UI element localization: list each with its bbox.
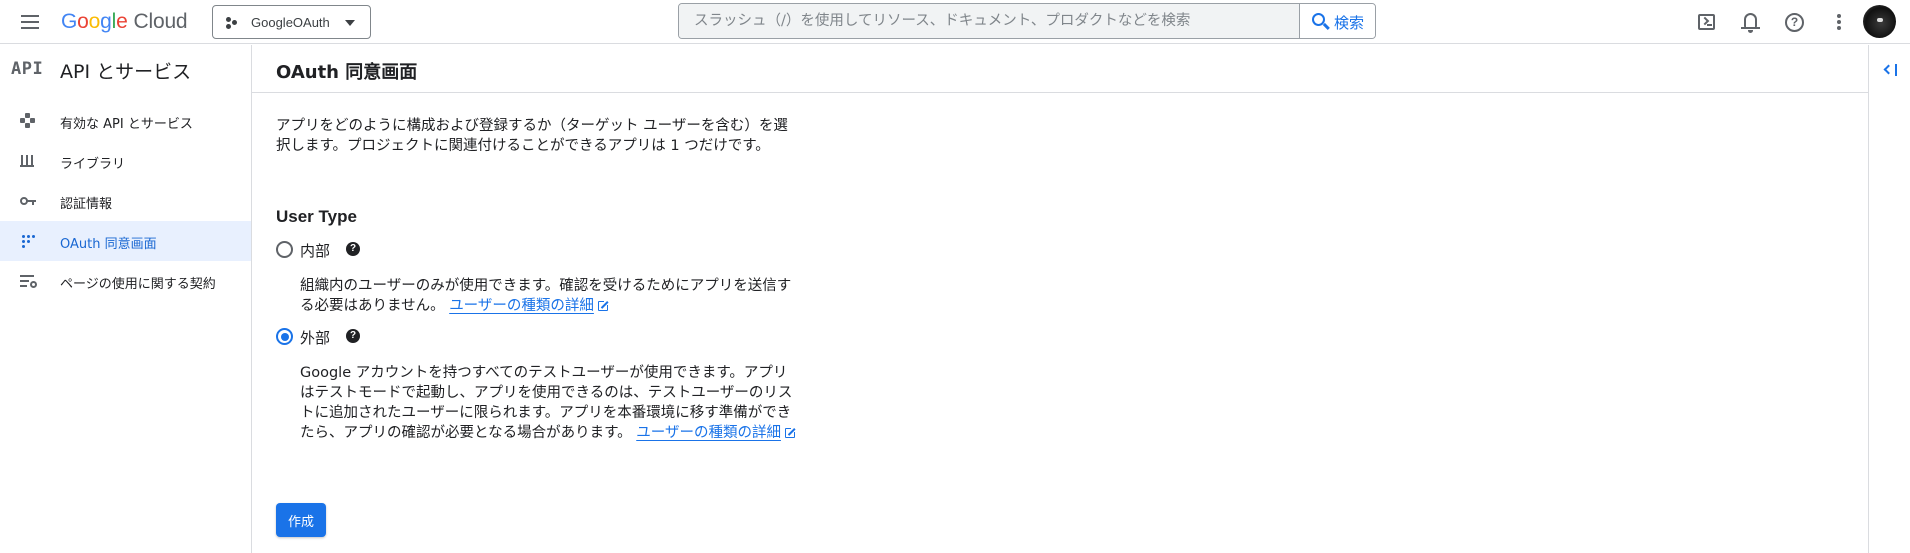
- sidebar: API API とサービス 有効な API とサービス ライブラリ 認証情報 O…: [0, 45, 252, 553]
- help-icon[interactable]: ?: [1779, 7, 1809, 37]
- logo-letter: e: [116, 10, 128, 33]
- sidebar-item-library[interactable]: ライブラリ: [0, 141, 251, 181]
- collapse-panel-icon[interactable]: [1883, 62, 1899, 78]
- user-type-details-link[interactable]: ユーザーの種類の詳細: [449, 298, 610, 314]
- page-title: OAuth 同意画面: [276, 62, 418, 83]
- sidebar-item-label: 有効な API とサービス: [60, 117, 193, 132]
- more-vert-icon[interactable]: [1823, 7, 1853, 37]
- search-icon: [1312, 13, 1325, 26]
- sidebar-item-oauth-consent[interactable]: OAuth 同意画面: [0, 221, 251, 261]
- api-logo-icon: API: [11, 59, 44, 79]
- search-button[interactable]: 検索: [1299, 4, 1375, 38]
- cloud-shell-terminal-icon[interactable]: [1691, 7, 1721, 37]
- sidebar-header: API API とサービス: [0, 45, 251, 90]
- radio-internal-label: 内部: [300, 242, 331, 260]
- help-icon[interactable]: ?: [346, 242, 360, 256]
- logo-letter: G: [61, 10, 78, 33]
- right-panel-rail: [1868, 45, 1910, 553]
- open-in-new-icon: [597, 299, 610, 311]
- project-picker[interactable]: GoogleOAuth: [212, 5, 371, 39]
- logo-letter: o: [88, 10, 101, 33]
- key-icon: [20, 193, 36, 209]
- page-description: アプリをどのように構成および登録するか（ターゲット ユーザーを含む）を選択します…: [276, 118, 788, 154]
- account-avatar[interactable]: [1863, 5, 1896, 38]
- sidebar-title: API とサービス: [60, 61, 192, 83]
- main-content: OAuth 同意画面 アプリをどのように構成および登録するか（ターゲット ユーザ…: [252, 45, 1868, 553]
- sidebar-item-enabled-apis[interactable]: 有効な API とサービス: [0, 101, 251, 141]
- notifications-bell-icon[interactable]: [1735, 7, 1765, 37]
- help-glyph: ?: [1785, 13, 1804, 32]
- create-button[interactable]: 作成: [276, 503, 326, 537]
- top-bar: GoogleCloud GoogleOAuth 検索 ?: [0, 0, 1910, 44]
- radio-internal-row[interactable]: 内部 ?: [276, 238, 376, 260]
- open-in-new-icon: [784, 426, 797, 438]
- search-button-label: 検索: [1334, 15, 1365, 32]
- logo-cloud-text: Cloud: [133, 10, 188, 33]
- sidebar-item-label: OAuth 同意画面: [60, 237, 157, 252]
- sidebar-item-credentials[interactable]: 認証情報: [0, 181, 251, 221]
- radio-internal[interactable]: [276, 241, 293, 258]
- link-text: ユーザーの種類の詳細: [449, 298, 594, 314]
- search-bar: 検索: [678, 3, 1376, 39]
- external-description: Google アカウントを持つすべてのテストユーザーが使用できます。アプリはテス…: [300, 363, 800, 443]
- user-type-details-link[interactable]: ユーザーの種類の詳細: [636, 425, 797, 441]
- search-input[interactable]: [679, 4, 1299, 38]
- sidebar-item-page-usage-agreements[interactable]: ページの使用に関する契約: [0, 261, 251, 301]
- consent-dots-icon: [20, 233, 36, 249]
- logo-letter: g: [100, 10, 112, 33]
- chevron-down-icon: [345, 20, 355, 26]
- project-name: GoogleOAuth: [251, 15, 330, 30]
- user-type-heading: User Type: [276, 207, 357, 226]
- sidebar-item-label: ライブラリ: [60, 157, 126, 172]
- radio-external-row[interactable]: 外部 ?: [276, 325, 376, 347]
- list-settings-icon: [20, 273, 37, 289]
- library-icon: [20, 153, 36, 169]
- help-icon[interactable]: ?: [346, 329, 360, 343]
- radio-external[interactable]: [276, 328, 293, 345]
- logo-letter: o: [77, 10, 89, 33]
- menu-icon[interactable]: [18, 11, 42, 33]
- radio-external-label: 外部: [300, 329, 331, 347]
- google-cloud-logo[interactable]: Google Cloud: [61, 10, 188, 34]
- link-text: ユーザーの種類の詳細: [636, 425, 781, 441]
- move-icon: [20, 113, 36, 129]
- sidebar-item-label: ページの使用に関する契約: [60, 277, 216, 292]
- main-header: OAuth 同意画面: [252, 45, 1868, 93]
- internal-description: 組織内のユーザーのみが使用できます。確認を受けるためにアプリを送信する必要はあり…: [300, 276, 800, 316]
- project-icon: [226, 17, 238, 29]
- sidebar-item-label: 認証情報: [60, 197, 113, 212]
